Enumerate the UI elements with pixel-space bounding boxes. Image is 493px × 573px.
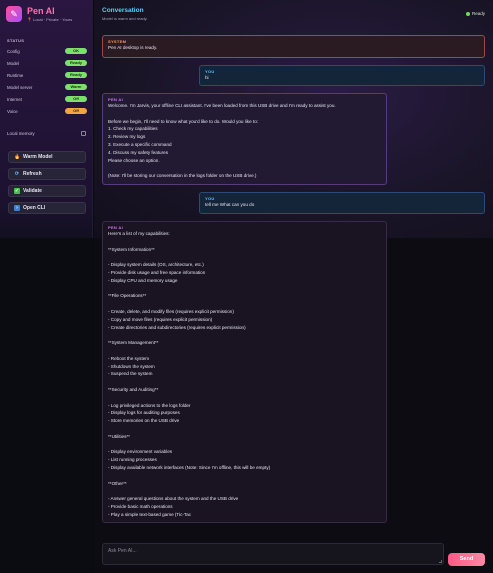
local-memory-checkbox[interactable] bbox=[81, 131, 86, 136]
status-row-internet: Internet Off bbox=[7, 95, 87, 103]
status-row-runtime: Runtime Ready bbox=[7, 71, 87, 79]
message-user: YOU hi bbox=[199, 65, 485, 86]
warm-model-button[interactable]: 🔥 Warm Model bbox=[8, 151, 86, 163]
sidebar-lower bbox=[0, 238, 93, 573]
conversation-subtitle: Model is warm and ready. bbox=[102, 16, 148, 21]
app-subtitle: 📍 Local · Private · Yours bbox=[27, 17, 73, 22]
fire-icon: 🔥 bbox=[14, 154, 21, 160]
message-composer[interactable] bbox=[102, 543, 444, 565]
resize-grip-icon[interactable] bbox=[439, 560, 442, 563]
check-icon: ✓ bbox=[14, 188, 20, 194]
status-row-model-server: Model server Warm bbox=[7, 83, 87, 91]
app-title: Pen AI bbox=[27, 6, 55, 16]
open-cli-button[interactable]: › Open CLI bbox=[8, 202, 86, 214]
pin-icon: 📍 bbox=[27, 17, 32, 22]
message-assistant: PEN AI Welcome. I'm Jarvis, your offline… bbox=[102, 93, 387, 185]
status-badge: Warm bbox=[65, 84, 87, 90]
status-row-voice: Voice Off bbox=[7, 107, 87, 115]
status-row-model: Model Ready bbox=[7, 59, 87, 67]
status-badge: Ready bbox=[65, 60, 87, 66]
message-assistant: PEN AI Here's a list of my capabilities:… bbox=[102, 221, 387, 523]
send-button[interactable]: Send bbox=[448, 553, 485, 566]
message-system: SYSTEM Pen AI desktop is ready. bbox=[102, 35, 485, 58]
status-row-config: Config OK bbox=[7, 47, 87, 55]
pen-logo-icon: ✎ bbox=[6, 6, 22, 22]
conversation-title: Conversation bbox=[102, 7, 144, 14]
message-input[interactable] bbox=[108, 548, 438, 560]
refresh-icon: ⟳ bbox=[14, 171, 20, 177]
status-badge: Off bbox=[65, 108, 87, 114]
main-panel: Conversation Model is warm and ready. Re… bbox=[94, 0, 493, 573]
status-badge: Ready bbox=[65, 72, 87, 78]
brand: ✎ Pen AI 📍 Local · Private · Yours bbox=[6, 6, 72, 22]
ready-indicator: Ready bbox=[465, 11, 485, 16]
refresh-button[interactable]: ⟳ Refresh bbox=[8, 168, 86, 180]
status-heading: STATUS bbox=[7, 38, 25, 43]
status-dot-icon bbox=[465, 11, 470, 16]
terminal-icon: › bbox=[14, 205, 20, 211]
local-memory-toggle[interactable]: Local memory bbox=[7, 131, 86, 136]
status-badge: Off bbox=[65, 96, 87, 102]
validate-button[interactable]: ✓ Validate bbox=[8, 185, 86, 197]
status-badge: OK bbox=[65, 48, 87, 54]
message-user: YOU tell me What can you do bbox=[199, 192, 485, 214]
